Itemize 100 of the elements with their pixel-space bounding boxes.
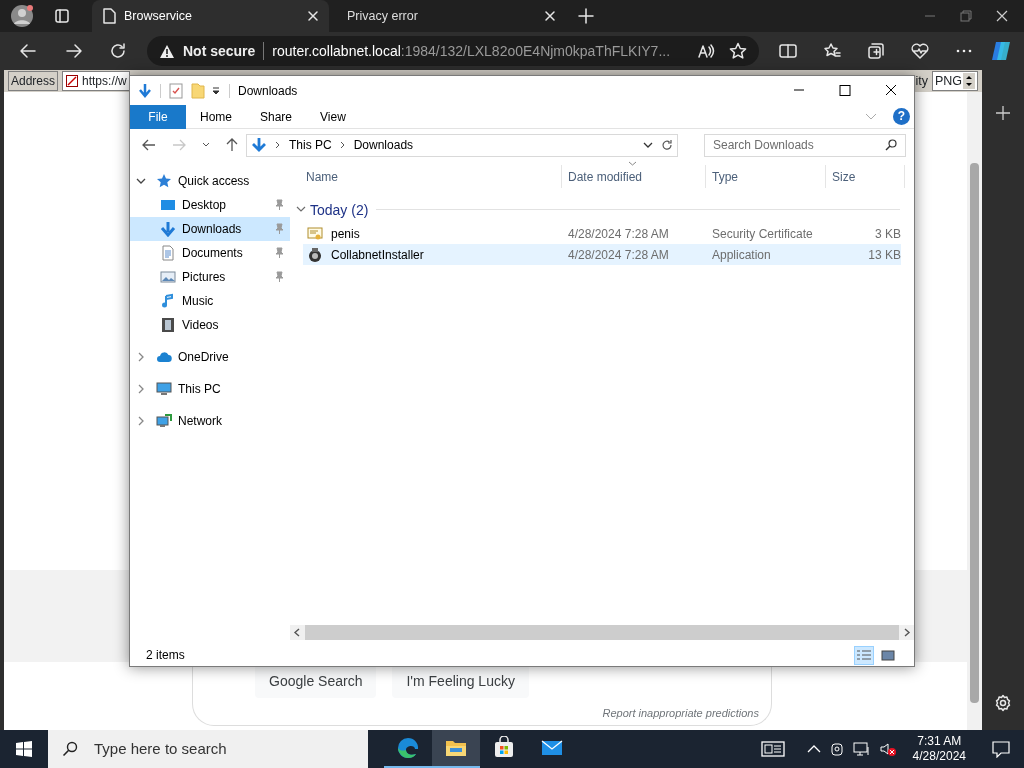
add-icon[interactable] [996,106,1010,120]
collections-icon[interactable] [867,42,885,60]
news-icon[interactable] [760,740,785,758]
clock[interactable]: 7:31 AM 4/28/2024 [912,734,966,764]
muted-speaker-icon[interactable] [878,741,897,757]
collapsed-chevron-icon[interactable] [136,384,146,394]
dropdown-caret-icon[interactable] [643,141,653,149]
taskbar-search-field[interactable]: Type here to search [48,730,368,768]
read-aloud-icon[interactable] [697,43,715,59]
nav-item[interactable]: Desktop [130,193,290,217]
nav-item[interactable]: Quick access [130,169,290,193]
collapsed-chevron-icon[interactable] [136,352,146,362]
file-menu-button[interactable]: File [130,104,186,129]
reload-icon[interactable] [109,42,127,60]
download-icon[interactable] [138,82,152,99]
date-cell-text: 4/28/2024 7:28 AM [567,246,670,264]
scrollbar[interactable] [967,92,982,730]
network-status-icon[interactable] [852,741,871,757]
settings-icon[interactable] [994,694,1012,712]
close-icon[interactable] [544,10,556,22]
collapsed-chevron-icon[interactable] [136,416,146,426]
nav-item[interactable]: Music [130,289,290,313]
split-screen-icon[interactable] [779,42,797,60]
details-view-button[interactable] [854,645,874,665]
horizontal-scrollbar[interactable] [290,625,914,640]
breadcrumb-item[interactable]: This PC [289,136,332,154]
ribbon-tab[interactable]: View [306,104,360,129]
column-header[interactable]: Type [706,165,826,188]
close-icon[interactable] [996,10,1008,22]
warning-icon [159,43,175,59]
size-cell-text: 3 KB [874,225,901,243]
format-spinner[interactable]: PNG [932,71,978,91]
address-label: Address [8,71,59,91]
nav-item[interactable]: Downloads [130,217,290,241]
expanded-chevron-icon[interactable] [296,204,306,214]
details-icon [855,647,873,663]
up-icon[interactable] [226,138,238,152]
tab-actions-icon[interactable] [54,8,70,24]
browser-tab[interactable]: Privacy error [329,0,566,32]
customize-caret-icon[interactable] [211,85,221,96]
browser-tab[interactable]: Browservice [92,0,329,32]
help-button[interactable]: ? [893,108,910,125]
file-row[interactable]: CollabnetInstaller 4/28/2024 7:28 AM Application 13 KB [303,244,901,265]
ribbon-tab[interactable]: Home [186,104,246,129]
chevron-icon [275,141,281,149]
address-field[interactable]: https://w [62,71,131,91]
report-link[interactable]: Report inappropriate predictions [602,704,759,721]
search-button[interactable]: Google Search [255,665,377,698]
search-button[interactable]: I'm Feeling Lucky [392,665,529,698]
forward-icon[interactable] [65,42,83,60]
column-header[interactable]: Name [300,165,562,188]
nav-item[interactable]: Documents [130,241,290,265]
downloads-icon [160,221,176,237]
notifications-icon[interactable] [992,740,1010,758]
back-icon[interactable] [142,139,156,151]
type-cell-text: Application [711,246,772,264]
network-icon [156,413,172,429]
close-icon[interactable] [307,10,319,22]
window-title: Downloads [238,82,298,100]
type-cell-text: Security Certificate [711,225,814,243]
size-cell-text: 13 KB [867,246,901,264]
ribbon-tab[interactable]: Share [246,104,307,129]
restore-icon[interactable] [960,10,972,22]
favorite-star-icon[interactable] [729,42,747,60]
page-icon [102,8,116,24]
address-bar[interactable]: Not secure router.collabnet.local:1984/132/LXL82o0E4Njm0kpaThFLKIY7... [147,36,759,66]
taskbar-app[interactable] [432,730,480,768]
chevron-icon [339,141,346,149]
address-box[interactable]: This PC Downloads [246,133,678,157]
close-icon [884,84,898,97]
pictures-icon [160,269,176,285]
back-icon[interactable] [19,42,37,60]
recent-caret-icon[interactable] [202,142,210,148]
documents-icon [160,245,176,261]
nav-item[interactable]: OneDrive [130,345,290,369]
search-field[interactable]: Search Downloads [704,133,906,157]
properties-icon[interactable] [169,82,183,99]
group-header[interactable]: Today (2) [310,200,369,218]
spin-arrows-icon [963,73,975,89]
avatar-icon[interactable] [10,4,34,28]
show-hidden-icons-icon[interactable] [806,744,821,754]
browser-icon [396,736,420,760]
breadcrumb-item[interactable]: Downloads [353,136,414,154]
expanded-chevron-icon[interactable] [136,176,146,186]
nav-item[interactable]: This PC [130,377,290,401]
favorites-icon[interactable] [823,42,841,60]
refresh-icon[interactable] [661,139,673,151]
camera-icon[interactable] [828,741,845,757]
new-tab-icon[interactable] [578,8,594,24]
column-header[interactable]: Size [826,165,905,188]
music-icon [160,293,176,309]
nav-item[interactable]: Videos [130,313,290,337]
column-header[interactable]: Date modified [562,165,706,188]
windows-logo-icon [16,741,32,757]
nav-item[interactable]: Network [130,409,290,433]
nav-item[interactable]: Pictures [130,265,290,289]
copilot-icon[interactable] [989,39,1013,63]
star-icon [156,173,172,189]
file-row[interactable]: penis 4/28/2024 7:28 AM Security Certificate 3 KB [303,223,901,244]
health-icon[interactable] [911,42,929,60]
